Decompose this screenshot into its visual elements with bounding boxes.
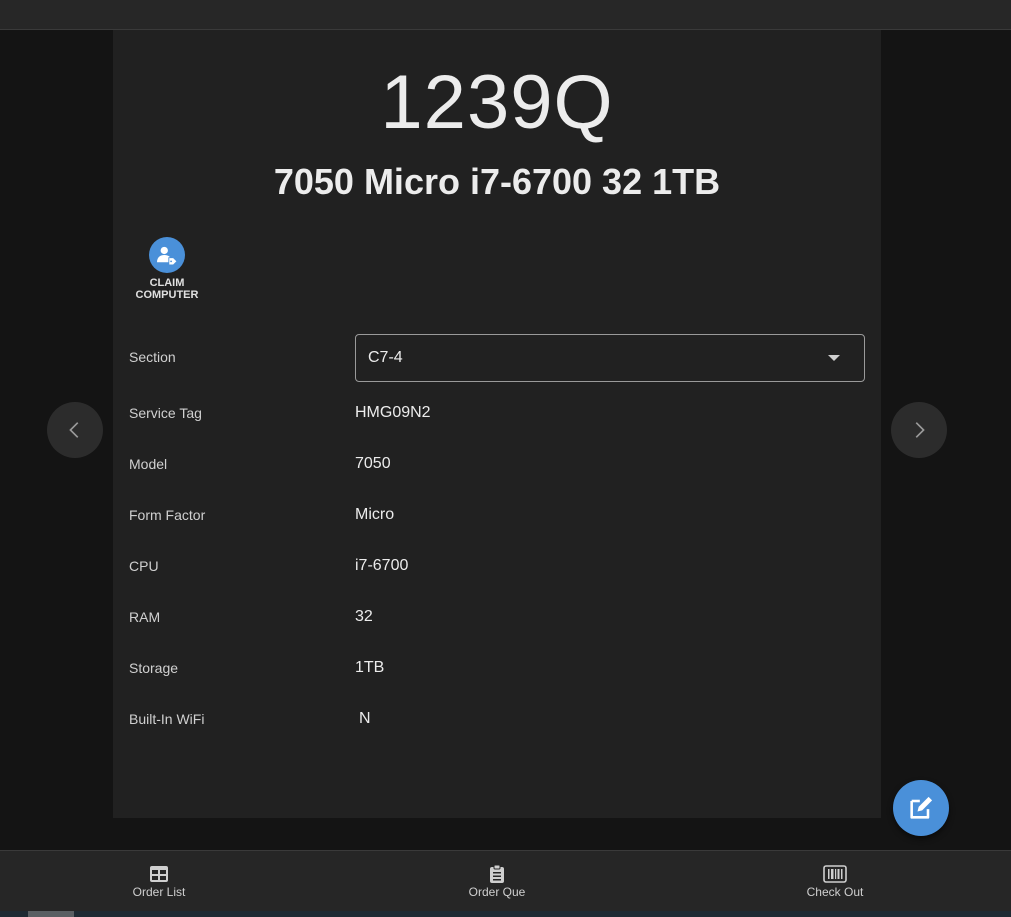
model-value: 7050: [355, 455, 391, 472]
top-app-bar: [0, 0, 1011, 30]
section-select[interactable]: C7-4: [355, 334, 865, 382]
form-factor-row: Form Factor Micro: [129, 503, 865, 527]
wifi-row: Built-In WiFi N: [129, 707, 865, 731]
cpu-label: CPU: [129, 558, 159, 574]
status-strip: [0, 911, 1011, 917]
asset-description: 7050 Micro i7-6700 32 1TB: [273, 161, 721, 202]
asset-id: 1239Q: [380, 60, 614, 145]
model-label: Model: [129, 456, 168, 472]
claim-icon-circle[interactable]: [149, 237, 185, 273]
table-icon: [149, 865, 169, 883]
form-factor-value: Micro: [355, 506, 395, 523]
nav-order-que-label: Order Que: [468, 885, 526, 899]
service-tag-row: Service Tag HMG09N2: [129, 401, 865, 425]
status-chip: [28, 911, 74, 917]
storage-value: 1TB: [355, 659, 385, 676]
ram-label: RAM: [129, 609, 161, 625]
storage-label: Storage: [129, 660, 179, 676]
ram-row: RAM 32: [129, 605, 865, 629]
chevron-left-icon: [69, 422, 79, 438]
section-select-value: C7-4: [368, 349, 403, 366]
main-stage: 1239Q 7050 Micro i7-6700 32 1TB CLAIM CO…: [0, 30, 1011, 850]
section-label: Section: [129, 349, 176, 365]
nav-check-out-label: Check Out: [806, 885, 864, 899]
cpu-row: CPU i7-6700: [129, 554, 865, 578]
storage-row: Storage 1TB: [129, 656, 865, 680]
nav-order-list-label: Order List: [132, 885, 186, 899]
bottom-navigation: Order List Order Que Check Out: [0, 850, 1011, 911]
computer-detail-card: 1239Q 7050 Micro i7-6700 32 1TB CLAIM CO…: [113, 30, 881, 818]
claim-computer-button[interactable]: CLAIM COMPUTER: [127, 237, 207, 301]
user-tag-icon: [157, 246, 178, 265]
dropdown-arrow-icon: [828, 355, 840, 361]
previous-button[interactable]: [47, 402, 103, 458]
nav-order-que[interactable]: Order Que: [437, 851, 557, 911]
wifi-value: N: [359, 710, 371, 727]
model-row: Model 7050: [129, 452, 865, 476]
edit-fab-button[interactable]: [893, 780, 949, 836]
nav-check-out[interactable]: Check Out: [775, 851, 895, 911]
nav-order-list[interactable]: Order List: [99, 851, 219, 911]
chevron-right-icon: [915, 422, 925, 438]
wifi-label: Built-In WiFi: [129, 711, 205, 727]
edit-icon: [910, 796, 933, 819]
service-tag-label: Service Tag: [129, 405, 202, 421]
barcode-icon: [823, 865, 847, 883]
claim-computer-label: CLAIM COMPUTER: [135, 277, 199, 301]
cpu-value: i7-6700: [355, 557, 409, 574]
form-factor-label: Form Factor: [129, 507, 206, 523]
ram-value: 32: [355, 608, 373, 625]
clipboard-list-icon: [487, 864, 507, 883]
next-button[interactable]: [891, 402, 947, 458]
service-tag-value: HMG09N2: [355, 404, 431, 421]
